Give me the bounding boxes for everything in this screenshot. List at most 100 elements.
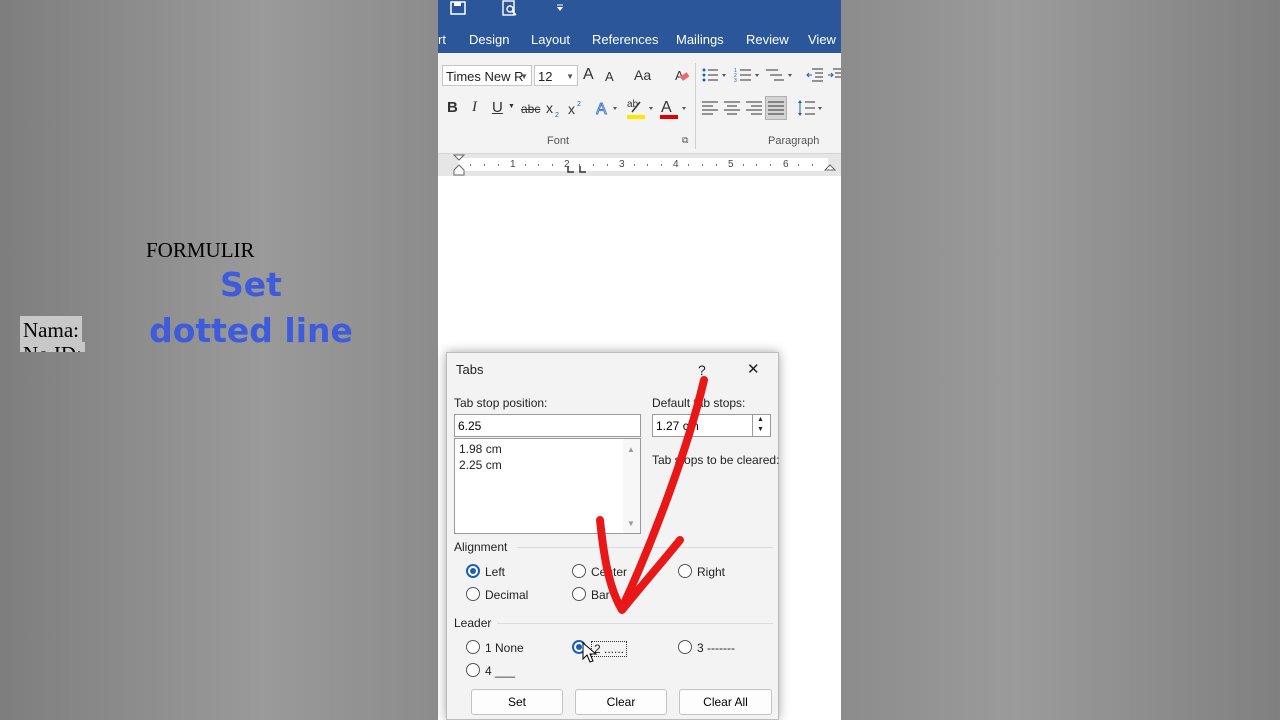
tab-review[interactable]: Review [746,32,789,47]
ruler-tick [756,164,757,166]
save-icon[interactable] [450,0,468,16]
tab-layout[interactable]: Layout [531,32,570,47]
document-field-nama: Nama: [20,316,82,345]
justify-button[interactable] [765,96,787,120]
right-indent-marker-icon[interactable] [824,154,836,176]
alignment-decimal-radio[interactable] [466,587,480,601]
tab-mailings[interactable]: Mailings [676,32,724,47]
horizontal-ruler[interactable]: 1 2 3 4 5 6 [438,154,841,176]
font-size-value: 12 [538,69,553,84]
right-background [841,0,1280,720]
font-size-select[interactable]: 12 ▼ [534,65,578,86]
leader-label: Leader [454,616,492,630]
default-tab-stops-spinner[interactable]: ▲ ▼ [753,414,771,437]
overlay-line-1: Set [220,265,282,304]
mouse-cursor-icon [582,642,598,663]
ruler-tick [688,164,689,166]
change-case-button[interactable]: Aa [634,67,651,83]
leader-line-radio[interactable] [466,663,480,677]
ruler-tick [607,164,608,166]
leader-none-label[interactable]: 1 None [485,641,524,655]
alignment-left-radio[interactable] [466,564,480,578]
align-center-icon[interactable] [724,101,740,115]
leader-none-radio[interactable] [466,640,480,654]
leader-dashes-radio[interactable] [678,640,692,654]
tab-stop-marker-icon[interactable] [566,166,588,174]
chevron-down-icon[interactable]: ▼ [508,103,515,110]
spin-up-icon[interactable]: ▲ [757,416,764,423]
text-effects-icon[interactable]: A [596,99,620,117]
leader-dashes-label[interactable]: 3 ------- [697,641,735,655]
ruler-tick [770,164,771,166]
highlight-icon[interactable]: ab [626,97,656,119]
tab-stop-position-label: Tab stop position: [454,396,548,410]
font-group-label: Font [547,135,570,147]
close-icon[interactable]: ✕ [747,360,760,378]
indent-marker-icon[interactable] [453,154,465,176]
ruler-tick [634,164,635,166]
justify-icon [768,101,784,115]
list-item[interactable]: 2.25 cm [459,458,502,472]
clear-formatting-icon[interactable]: A [674,67,690,83]
svg-text:2: 2 [555,112,559,118]
font-color-icon[interactable]: A [660,97,688,119]
italic-button[interactable]: I [472,99,477,116]
bullets-icon[interactable] [702,67,728,83]
alignment-left-label[interactable]: Left [485,565,505,579]
svg-text:A: A [661,99,672,116]
set-button[interactable]: Set [471,689,563,715]
underline-button[interactable]: U [492,99,503,116]
customize-toolbar-icon[interactable] [556,4,564,12]
dialog-title: Tabs [456,362,484,377]
align-right-icon[interactable] [746,101,762,115]
numbering-icon[interactable]: 123 [734,67,762,83]
line-spacing-icon[interactable] [797,99,825,117]
ruler-number: 1 [510,159,516,170]
svg-text:x: x [546,100,553,116]
document-field-noid: No ID: [20,342,85,352]
svg-text:ab: ab [627,99,639,110]
tab-references[interactable]: References [592,32,658,47]
superscript-icon[interactable]: x2 [568,99,584,117]
chevron-down-icon: ▼ [520,72,528,81]
font-dialog-launcher-icon[interactable]: ⧉ [682,135,688,146]
decrease-indent-icon[interactable] [806,67,824,83]
ruler-tick [525,164,526,166]
spin-down-icon[interactable]: ▼ [757,426,764,433]
grow-font-button[interactable]: A [583,66,594,84]
ruler-tick [716,164,717,166]
ruler-number: 6 [783,159,789,170]
print-preview-icon[interactable] [501,0,519,18]
tab-insert[interactable]: rt [438,32,446,47]
list-item[interactable]: 1.98 cm [459,442,502,456]
font-name-select[interactable]: Times New R ▼ [442,65,532,86]
leader-line-label[interactable]: 4 ___ [485,664,515,678]
bold-button[interactable]: B [447,99,458,116]
strikethrough-button[interactable]: abc [521,102,540,116]
svg-text:A: A [596,101,607,117]
tab-design[interactable]: Design [469,32,509,47]
font-name-value: Times New R [446,69,524,84]
alignment-label: Alignment [454,540,508,554]
title-bar [438,0,841,28]
overlay-line-2: dotted line [149,311,353,350]
alignment-decimal-label[interactable]: Decimal [485,588,528,602]
chevron-down-icon: ▼ [566,72,574,81]
align-left-icon[interactable] [702,101,718,115]
ruler-tick [538,164,539,166]
ribbon-tabs: rt Design Layout References Mailings Rev… [438,28,841,53]
increase-indent-icon[interactable] [827,67,841,83]
subscript-icon[interactable]: x2 [546,100,562,118]
multilevel-list-icon[interactable] [766,67,794,83]
shrink-font-button[interactable]: A [605,69,614,84]
overlay-caption: Set dotted line [146,262,356,354]
ruler-track: 1 2 3 4 5 6 [458,158,828,171]
tab-view[interactable]: View [808,32,836,47]
red-arrow-annotation [596,376,708,614]
ruler-number: 4 [673,159,679,170]
svg-text:2: 2 [577,101,581,108]
ruler-tick [702,164,703,166]
paragraph-group-label: Paragraph [768,135,820,147]
clear-all-button[interactable]: Clear All [679,689,772,715]
clear-button[interactable]: Clear [575,689,667,715]
